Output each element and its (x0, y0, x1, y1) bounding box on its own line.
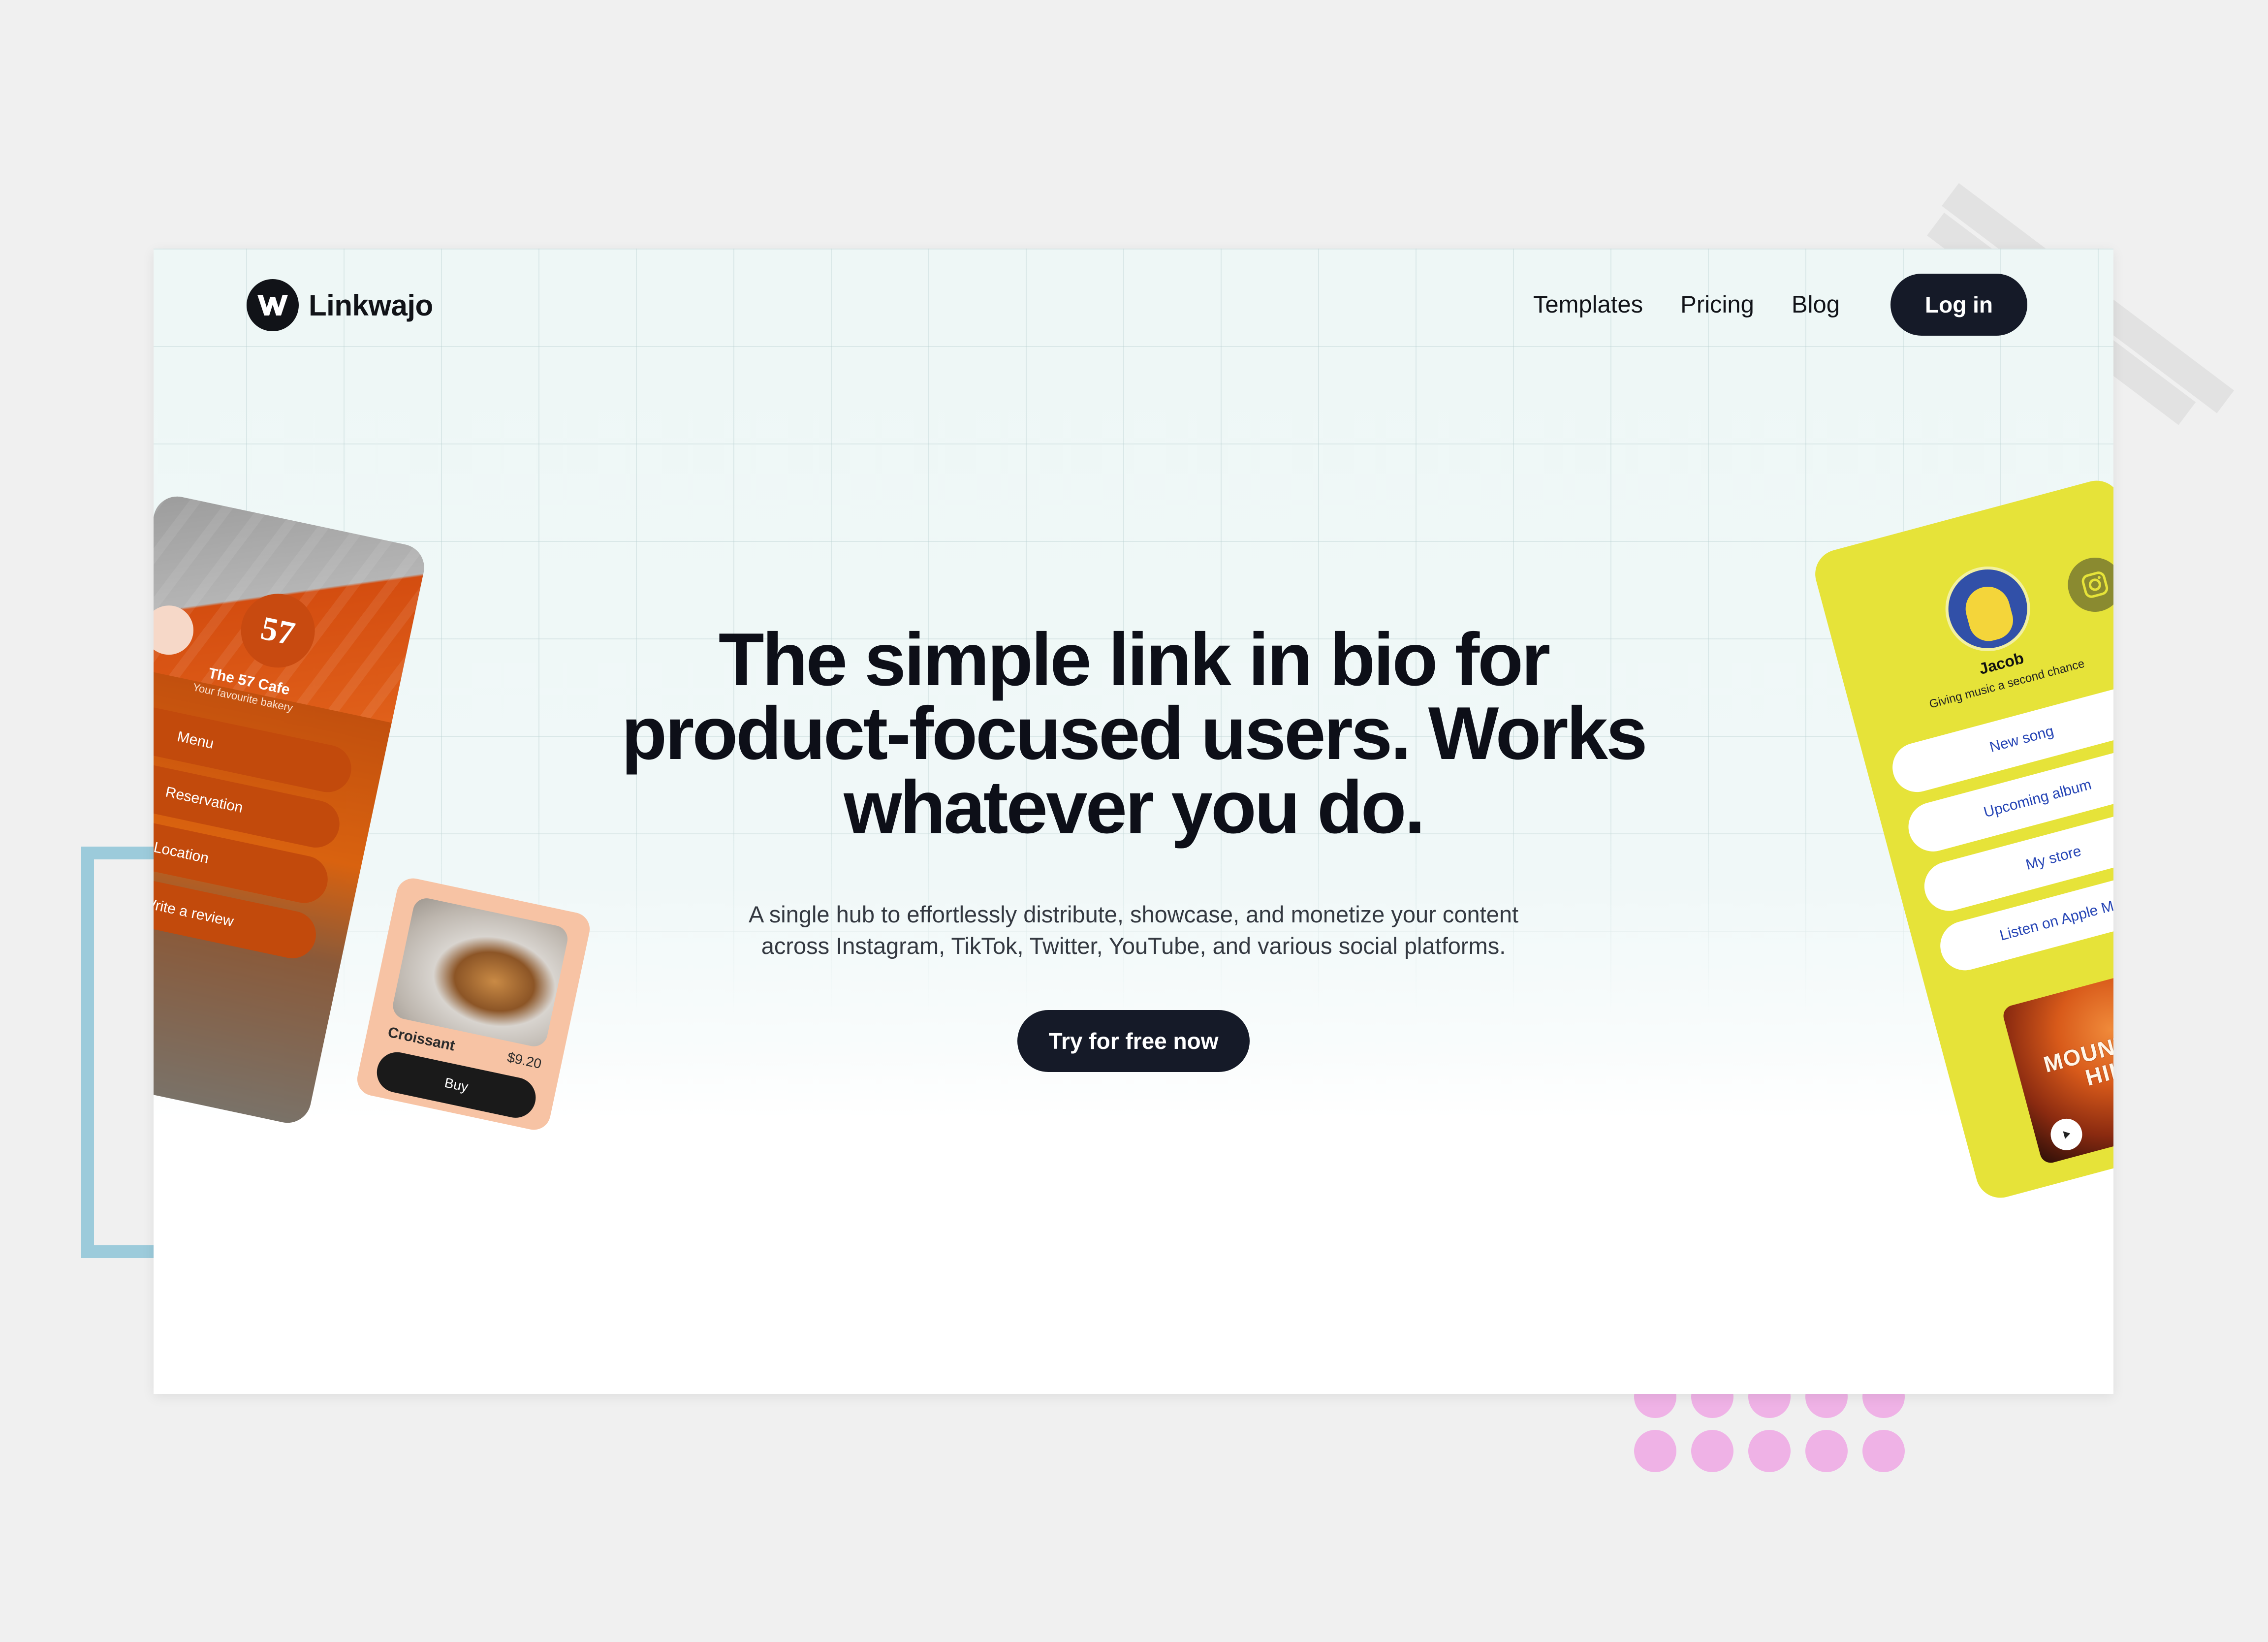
hero-subtitle-line: A single hub to effortlessly distribute,… (748, 901, 1519, 927)
instagram-icon (2062, 551, 2113, 618)
nav-link-templates[interactable]: Templates (1533, 291, 1643, 318)
nav-link-pricing[interactable]: Pricing (1680, 291, 1754, 318)
decorative-dot (1748, 1430, 1791, 1472)
try-free-button[interactable]: Try for free now (1017, 1010, 1250, 1072)
product-name: Croissant (386, 1024, 457, 1054)
hero-title: The simple link in bio for product-focus… (154, 618, 2113, 849)
brand-logo-link[interactable]: Linkwajo (247, 279, 433, 331)
play-icon (2047, 1115, 2086, 1154)
brand-name: Linkwajo (309, 288, 433, 322)
decorative-dot (1634, 1430, 1676, 1472)
hero-subtitle-line: across Instagram, TikTok, Twitter, YouTu… (761, 933, 1506, 959)
main-nav: Templates Pricing Blog Log in (1533, 274, 2027, 336)
landing-page: Linkwajo Templates Pricing Blog Log in 5… (154, 249, 2113, 1394)
decorative-dot (1862, 1430, 1905, 1472)
album-title: MOUNTAIN HILL (2041, 1019, 2113, 1091)
product-price: $9.20 (505, 1049, 543, 1072)
linkwajo-logo-icon (247, 279, 299, 331)
decorative-blue-frame (81, 847, 160, 1258)
hero-title-line: The simple link in bio for (718, 618, 1550, 701)
decorative-dot (1691, 1430, 1733, 1472)
login-button[interactable]: Log in (1890, 274, 2027, 336)
hero-title-line: product-focused users. Works (621, 692, 1647, 775)
decorative-dot (1805, 1430, 1848, 1472)
hero-title-line: whatever you do. (844, 765, 1425, 849)
screenshot-canvas: Linkwajo Templates Pricing Blog Log in 5… (0, 0, 2268, 1642)
nav-link-blog[interactable]: Blog (1792, 291, 1840, 318)
hero-subtitle: A single hub to effortlessly distribute,… (154, 899, 2113, 962)
